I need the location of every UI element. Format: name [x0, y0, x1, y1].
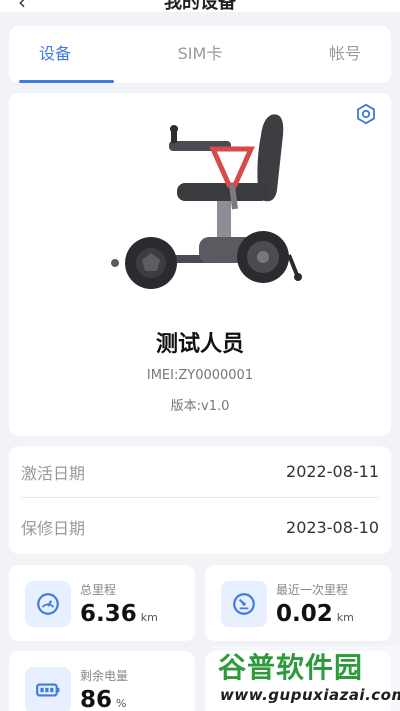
stat-label: 剩余电量 [80, 669, 129, 683]
imei-text: IMEI:ZY0000001 [146, 368, 254, 383]
watermark-url: www.gupuxiazai.com [220, 686, 400, 704]
version-text: 版本:v1.0 [170, 399, 230, 414]
last-mileage-card: 最近一次里程 0.02 km [205, 565, 391, 641]
wheelchair-image [111, 114, 302, 289]
device-card: 测试人员 IMEI:ZY0000001 版本:v1.0 [9, 93, 391, 436]
activation-date-value: 2022-08-11 [286, 462, 379, 481]
device-name: 测试人员 [155, 332, 244, 357]
dates-card: 激活日期 2022-08-11 保修日期 2023-08-10 [9, 446, 391, 554]
tab-sim[interactable]: SIM卡 [146, 26, 253, 83]
activation-date-label: 激活日期 [21, 463, 86, 483]
battery-icon [25, 667, 71, 711]
stat-value: 6.36 km [80, 601, 158, 627]
tab-account[interactable]: 帐号 [254, 26, 391, 83]
stat-label: 总里程 [80, 583, 117, 597]
top-nav: ‹ 我的设备 [0, 0, 400, 14]
settings-icon[interactable] [355, 103, 377, 125]
total-mileage-card: 总里程 6.36 km [9, 565, 195, 641]
stat-value: 0.02 km [276, 601, 354, 627]
activation-date-row: 激活日期 2022-08-11 [21, 446, 379, 498]
battery-card: 剩余电量 86% [9, 651, 195, 711]
warranty-date-row: 保修日期 2023-08-10 [21, 501, 379, 553]
watermark: 谷普软件园 www.gupuxiazai.com [212, 646, 400, 711]
stat-value: 86% [80, 687, 127, 711]
tab-device[interactable]: 设备 [9, 26, 146, 83]
warranty-date-label: 保修日期 [21, 519, 86, 538]
speedometer-icon [25, 581, 71, 627]
gauge-icon [221, 581, 267, 627]
watermark-title: 谷普软件园 [218, 651, 364, 684]
warranty-date-value: 2023-08-10 [286, 517, 379, 537]
stat-label: 最近一次里程 [276, 583, 349, 597]
tab-bar: 设备 SIM卡 帐号 [9, 26, 391, 83]
page-title: 我的设备 [164, 0, 236, 13]
